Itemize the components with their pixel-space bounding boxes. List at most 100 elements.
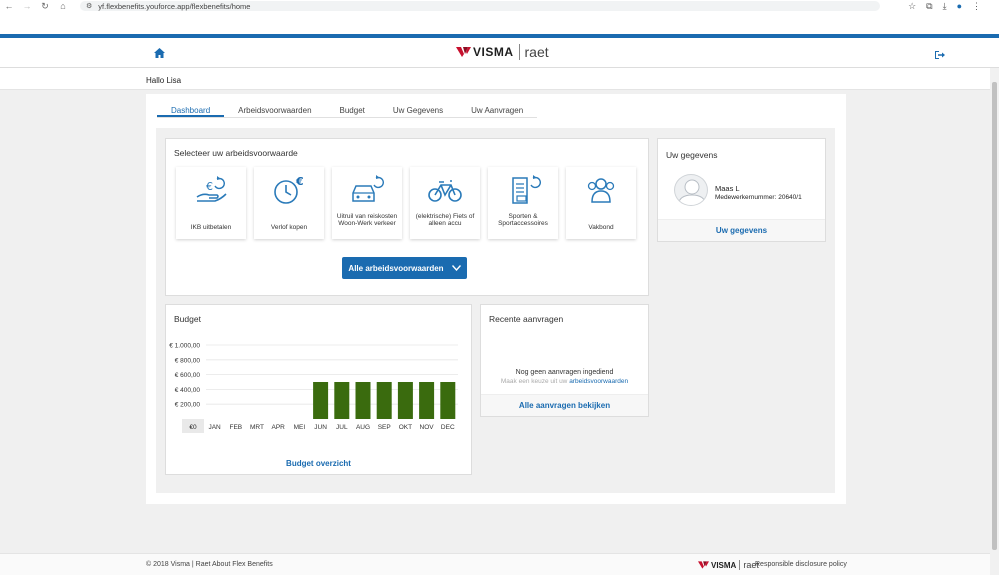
greeting-bar: Hallo Lisa: [0, 68, 990, 90]
employee-number: Medewerkernummer: 20640/1: [715, 194, 802, 201]
tile-label: (elektrische) Fiets of alleen accu: [415, 213, 475, 227]
tile-label: Verlof kopen: [270, 224, 308, 231]
tile-label: IKB uitbetalen: [190, 224, 232, 231]
x-tick-label: JUL: [336, 424, 348, 431]
x-tick-label: NOV: [420, 424, 435, 431]
logo-brand: VISMA: [473, 45, 514, 59]
button-label: Alle arbeidsvoorwaarden: [348, 263, 444, 273]
x-tick-label: MEI: [294, 424, 306, 431]
x-tick-label: MRT: [250, 424, 264, 431]
tab-uw-gegevens[interactable]: Uw Gegevens: [379, 104, 457, 117]
logout-icon[interactable]: [934, 50, 945, 62]
people-icon: [587, 178, 615, 203]
x-tick-label: FEB: [229, 424, 242, 431]
y-tick-label: € 600,00: [175, 372, 201, 379]
app-header: VISMA raet: [0, 38, 999, 68]
page-footer: © 2018 Visma | Raet About Flex Benefits …: [0, 553, 990, 575]
arbeidsvoorwaarden-title: Selecteer uw arbeidsvoorwaarde: [174, 148, 298, 158]
budget-overview-link[interactable]: Budget overzicht: [286, 459, 351, 468]
avatar: [674, 174, 708, 206]
svg-text:€: €: [295, 175, 304, 188]
bicycle-icon: [428, 180, 462, 202]
y-tick-label: € 1.000,00: [169, 343, 200, 350]
greeting-text: Hallo Lisa: [146, 76, 182, 85]
bar-aug: [355, 382, 371, 419]
empty-state-hint: Maak een keuze uit uw arbeidsvoorwaarden: [481, 378, 648, 385]
recent-footer: Alle aanvragen bekijken: [481, 394, 648, 416]
car-exchange-icon: [352, 175, 384, 202]
bar-dec: [440, 382, 456, 419]
page-top-space: [0, 12, 999, 34]
scrollbar-thumb[interactable]: [992, 82, 997, 550]
tile-vakbond[interactable]: Vakbond: [566, 167, 636, 239]
home-browser-icon[interactable]: ⌂: [54, 0, 72, 12]
tile-verlof-kopen[interactable]: € Verlof kopen: [254, 167, 324, 239]
extensions-icon[interactable]: ⧉: [926, 1, 932, 12]
browser-toolbar: ← → ↻ ⌂ ⚙ yf.flexbenefits.youforce.app/f…: [0, 0, 999, 12]
svg-text:€: €: [206, 180, 213, 193]
tile-fiets[interactable]: (elektrische) Fiets of alleen accu: [410, 167, 480, 239]
arbeidsvoorwaarden-card: Selecteer uw arbeidsvoorwaarde € IKB uit…: [165, 138, 649, 296]
budget-card: Budget € 200,00 € 400,00 € 600,00 € 800,00 €…: [165, 304, 472, 475]
arbeidsvoorwaarden-link[interactable]: arbeidsvoorwaarden: [569, 378, 628, 385]
bar-nov: [419, 382, 435, 419]
profile-name: Maas L: [715, 184, 740, 193]
bookmark-star-icon[interactable]: ☆: [908, 1, 916, 12]
logo-divider: [518, 44, 520, 60]
tab-budget[interactable]: Budget: [326, 104, 379, 117]
visma-raet-logo: VISMA raet: [456, 43, 549, 61]
bar-jun: [313, 382, 329, 419]
logo-sub: raet: [524, 44, 549, 60]
tile-ikb-uitbetalen[interactable]: € IKB uitbetalen: [176, 167, 246, 239]
y-tick-label: € 400,00: [175, 387, 201, 394]
address-bar[interactable]: ⚙ yf.flexbenefits.youforce.app/flexbenef…: [80, 1, 880, 11]
profile-title: Uw gegevens: [666, 150, 718, 160]
footer-copyright: © 2018 Visma | Raet About Flex Benefits: [146, 561, 273, 568]
x-tick-label: JUN: [314, 424, 327, 431]
tab-uw-aanvragen[interactable]: Uw Aanvragen: [457, 104, 537, 117]
x-tick-label: AUG: [356, 424, 370, 431]
all-arbeidsvoorwaarden-button[interactable]: Alle arbeidsvoorwaarden: [342, 257, 467, 279]
empty-state-text: Nog geen aanvragen ingediend: [515, 369, 614, 376]
tab-arbeidsvoorwaarden[interactable]: Arbeidsvoorwaarden: [224, 104, 325, 117]
all-requests-link[interactable]: Alle aanvragen bekijken: [519, 401, 610, 410]
menu-icon[interactable]: ⋮: [972, 1, 981, 12]
profile-icon[interactable]: ●: [957, 1, 962, 11]
recent-title: Recente aanvragen: [489, 314, 564, 324]
back-icon[interactable]: ←: [0, 0, 18, 12]
download-icon[interactable]: ⤓: [943, 1, 947, 12]
disclosure-link[interactable]: Responsible disclosure policy: [755, 561, 847, 568]
tile-label: Sporten & Sportaccessoires: [498, 213, 548, 227]
y-tick-label: € 200,00: [175, 402, 201, 409]
recent-requests-card: Recente aanvragen Nog geen aanvragen ing…: [480, 304, 649, 417]
bar-sep: [376, 382, 392, 419]
footer-logo-brand: VISMA: [711, 560, 737, 570]
y-tick-label: € 800,00: [175, 357, 201, 364]
tile-uitruil-reiskosten[interactable]: Uitruil van reiskosten Woon-Werk verkeer: [332, 167, 402, 239]
x-tick-label: SEP: [378, 424, 391, 431]
forward-icon[interactable]: →: [18, 0, 36, 12]
tile-sporten[interactable]: Sporten & Sportaccessoires: [488, 167, 558, 239]
document-exchange-icon: [512, 175, 541, 204]
visma-logo-icon: [456, 47, 471, 57]
budget-footer: Budget overzicht: [166, 452, 471, 474]
x-tick-label: JAN: [208, 424, 221, 431]
bar-okt: [397, 382, 413, 419]
clock-euro-icon: €: [274, 175, 304, 204]
budget-chart: € 200,00 € 400,00 € 600,00 € 800,00 € 1.000,…: [169, 343, 458, 433]
chevron-down-icon: [451, 265, 461, 271]
x-tick-label: APR: [272, 424, 286, 431]
site-info-icon[interactable]: ⚙: [86, 2, 92, 10]
footer-logo-divider: [739, 560, 741, 570]
reload-icon[interactable]: ↻: [36, 0, 54, 12]
url-text: yf.flexbenefits.youforce.app/flexbenefit…: [98, 1, 251, 11]
home-icon[interactable]: [154, 48, 165, 60]
tile-label: Vakbond: [588, 224, 614, 231]
tab-dashboard[interactable]: Dashboard: [157, 104, 225, 117]
bar-jul: [334, 382, 350, 419]
hand-euro-icon: €: [196, 176, 227, 202]
tile-label: Uitruil van reiskosten Woon-Werk verkeer: [336, 213, 398, 227]
profile-footer: Uw gegevens: [658, 219, 825, 241]
uw-gegevens-link[interactable]: Uw gegevens: [716, 226, 767, 235]
zero-label: €0: [189, 424, 197, 431]
